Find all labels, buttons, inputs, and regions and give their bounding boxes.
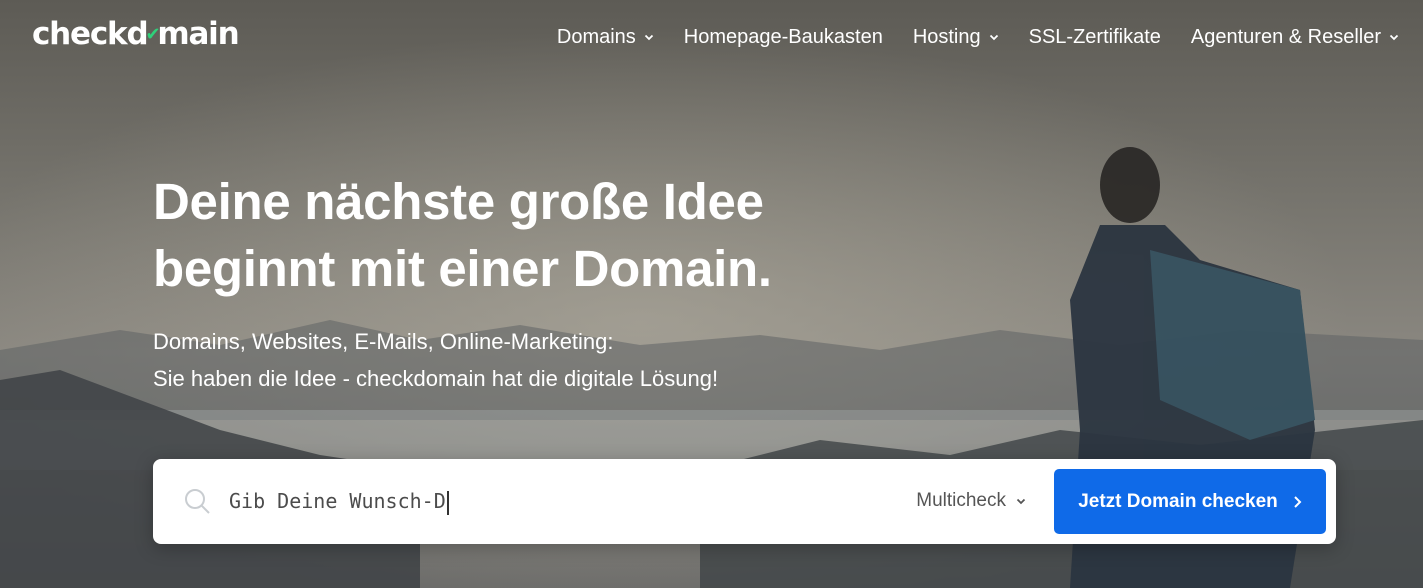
checkmark-icon: ✔ (145, 24, 160, 45)
chevron-right-icon (1294, 495, 1302, 508)
main-navigation: Domains Homepage-Baukasten Hosting SSL-Z… (557, 22, 1399, 52)
nav-item-label: Domains (556, 25, 636, 48)
hero-headline: Deine nächste große Idee beginnt mit ein… (153, 168, 772, 302)
domain-search-bar: Gib Deine Wunsch-D Multicheck Jetzt Doma… (153, 459, 1336, 544)
nav-item-label: Homepage-Baukasten (683, 25, 883, 48)
nav-item-ssl-zertifikate[interactable]: SSL-Zertifikate (1029, 26, 1161, 49)
hero-subheadline-line-2: Sie haben die Idee - checkdomain hat die… (153, 366, 719, 391)
chevron-down-icon (989, 34, 998, 41)
nav-item-agenturen-reseller[interactable]: Agenturen & Reseller (1191, 26, 1399, 49)
hero-headline-line-2: beginnt mit einer Domain. (153, 240, 772, 297)
domain-search-input-value: Gib Deine Wunsch-D (229, 489, 446, 513)
hero-subheadline-line-1: Domains, Websites, E-Mails, Online-Marke… (153, 329, 614, 354)
chevron-down-icon (644, 34, 653, 41)
nav-item-homepage-baukasten[interactable]: Homepage-Baukasten (684, 26, 883, 49)
checkdomain-logo[interactable]: checkd✔main (32, 16, 240, 57)
nav-item-label: Agenturen & Reseller (1190, 25, 1381, 48)
text-caret (446, 490, 449, 515)
check-domain-button[interactable]: Jetzt Domain checken (1054, 469, 1326, 534)
nav-item-hosting[interactable]: Hosting (913, 26, 999, 49)
logo-text-start: checkd (32, 16, 149, 52)
check-domain-button-label: Jetzt Domain checken (1078, 490, 1278, 512)
multicheck-dropdown[interactable]: Multicheck (916, 487, 1026, 515)
chevron-down-icon (1389, 34, 1399, 41)
nav-item-domains[interactable]: Domains (557, 26, 654, 49)
search-icon (185, 489, 210, 514)
chevron-down-icon (1016, 498, 1026, 505)
multicheck-label: Multicheck (916, 490, 1006, 511)
hero-subheadline: Domains, Websites, E-Mails, Online-Marke… (153, 323, 718, 397)
nav-item-label: SSL-Zertifikate (1028, 25, 1161, 48)
domain-search-input[interactable]: Gib Deine Wunsch-D (229, 481, 869, 521)
hero-headline-line-1: Deine nächste große Idee (153, 173, 764, 230)
nav-item-label: Hosting (912, 25, 981, 48)
logo-text-end: main (157, 16, 239, 52)
